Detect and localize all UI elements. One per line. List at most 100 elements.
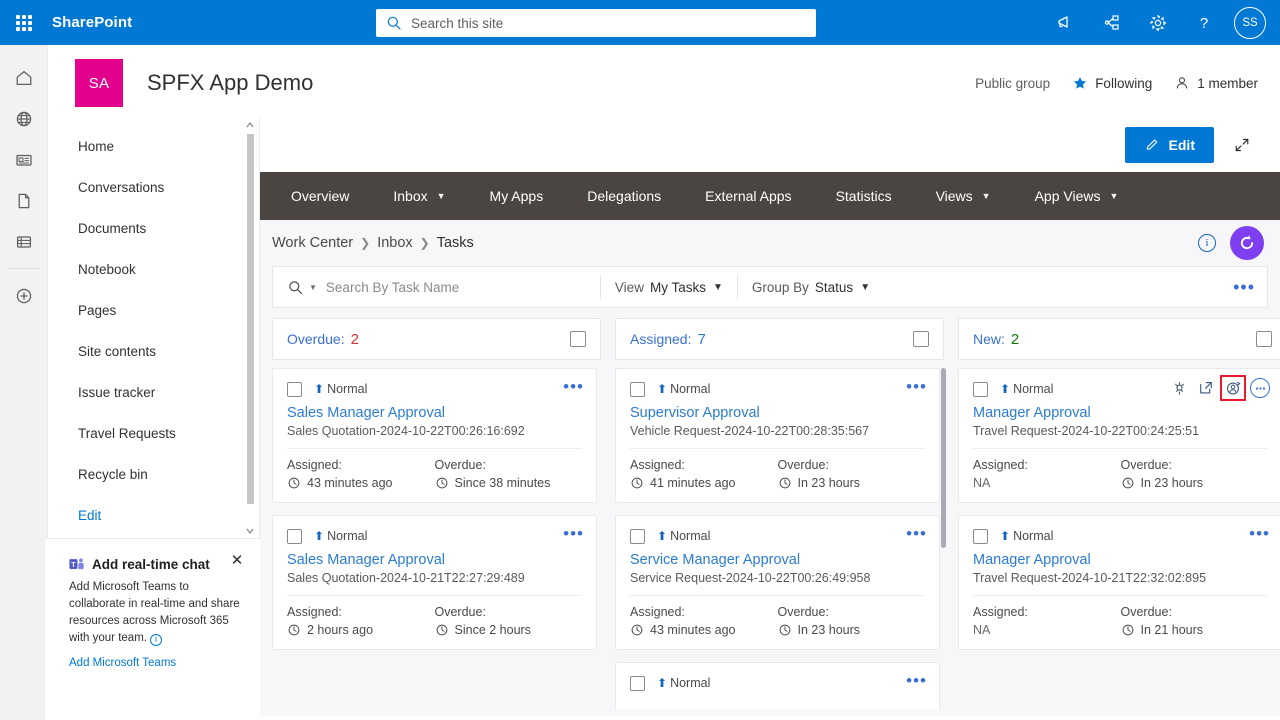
task-checkbox[interactable] (973, 381, 988, 397)
task-checkbox[interactable] (973, 528, 988, 544)
user-avatar[interactable]: SS (1234, 6, 1266, 39)
rail-item-news[interactable] (0, 139, 48, 180)
settings-button[interactable] (1136, 0, 1180, 45)
site-title[interactable]: SPFX App Demo (147, 70, 313, 96)
view-value: My Tasks (649, 279, 706, 295)
site-logo[interactable]: SA (75, 59, 123, 107)
nav-item-recycle-bin[interactable]: Recycle bin (48, 454, 259, 495)
help-button[interactable]: ? (1182, 0, 1226, 45)
task-card[interactable]: ⬆ Normal ••• Service Manager Approval Se… (615, 515, 940, 650)
task-toolbar: ▼ View My Tasks ▼ Group By Status ▼ ••• (272, 266, 1268, 308)
card-more-button[interactable]: ••• (906, 672, 927, 689)
column-select-all-checkbox[interactable] (913, 331, 929, 347)
task-title-link[interactable]: Supervisor Approval (630, 405, 925, 421)
priority-indicator: ⬆ Normal (657, 676, 710, 690)
tab-overview[interactable]: Overview (269, 172, 371, 220)
open-new-window-icon[interactable] (1196, 378, 1216, 398)
tab-my-apps[interactable]: My Apps (468, 172, 566, 220)
add-teams-link[interactable]: Add Microsoft Teams (69, 657, 176, 669)
reassign-icon[interactable] (1220, 375, 1246, 401)
breadcrumb-inbox[interactable]: Inbox (377, 235, 412, 251)
task-title-link[interactable]: Service Manager Approval (630, 552, 925, 568)
expand-button[interactable] (1226, 129, 1258, 161)
rail-item-globe[interactable] (0, 98, 48, 139)
nav-item-home[interactable]: Home (48, 126, 259, 167)
card-more-button[interactable]: ••• (906, 378, 927, 395)
task-checkbox[interactable] (630, 675, 645, 691)
rail-item-lists[interactable] (0, 221, 48, 262)
task-search-input[interactable] (325, 279, 586, 295)
nav-item-conversations[interactable]: Conversations (48, 167, 259, 208)
scroll-up-button[interactable] (244, 118, 256, 132)
card-more-button[interactable]: ••• (563, 378, 584, 395)
task-title-link[interactable]: Manager Approval (973, 405, 1268, 421)
promo-title-row: T Add real-time chat (69, 557, 242, 572)
task-checkbox[interactable] (287, 381, 302, 397)
groupby-selector[interactable]: Group By Status ▼ (752, 280, 870, 295)
nav-item-issue-tracker[interactable]: Issue tracker (48, 372, 259, 413)
site-search-box[interactable] (376, 9, 816, 37)
column-select-all-checkbox[interactable] (1256, 331, 1272, 347)
tab-external-apps[interactable]: External Apps (683, 172, 813, 220)
breadcrumb-work-center[interactable]: Work Center (272, 235, 353, 251)
card-more-button[interactable]: ••• (1249, 525, 1270, 542)
info-icon[interactable]: i (1198, 234, 1216, 252)
rail-item-documents[interactable] (0, 180, 48, 221)
task-checkbox[interactable] (630, 528, 645, 544)
rail-item-create[interactable] (0, 275, 48, 316)
column-scrollbar[interactable] (941, 368, 946, 708)
left-nav-scrollbar[interactable] (244, 118, 256, 538)
app-launcher-button[interactable] (0, 0, 48, 45)
card-more-button[interactable] (1250, 378, 1270, 398)
tab-statistics[interactable]: Statistics (814, 172, 914, 220)
task-card[interactable]: ⬆ Normal ••• Sales Manager Approval Sale… (272, 515, 597, 650)
refresh-button[interactable] (1230, 226, 1264, 260)
card-header: ⬆ Normal ••• (630, 672, 927, 693)
task-card[interactable]: ⬆ Normal ••• (615, 662, 940, 710)
task-checkbox[interactable] (630, 381, 645, 397)
scroll-down-button[interactable] (244, 524, 256, 538)
close-icon[interactable]: ✕ (226, 549, 248, 571)
column-title: Overdue (287, 331, 341, 347)
nav-item-edit[interactable]: Edit (48, 495, 259, 536)
task-title-link[interactable]: Sales Manager Approval (287, 552, 582, 568)
task-title-link[interactable]: Manager Approval (973, 552, 1268, 568)
card-more-button[interactable]: ••• (563, 525, 584, 542)
column-select-all-checkbox[interactable] (570, 331, 586, 347)
tab-delegations[interactable]: Delegations (565, 172, 683, 220)
nav-item-documents[interactable]: Documents (48, 208, 259, 249)
card-more-button[interactable]: ••• (906, 525, 927, 542)
tab-inbox[interactable]: Inbox ▼ (371, 172, 467, 220)
task-checkbox[interactable] (287, 528, 302, 544)
card-divider (287, 448, 582, 449)
nav-item-notebook[interactable]: Notebook (48, 249, 259, 290)
search-chevron-down-icon[interactable]: ▼ (309, 283, 317, 292)
scrollbar-thumb[interactable] (247, 134, 254, 504)
site-search-input[interactable] (411, 15, 806, 31)
members-button[interactable]: 1 member (1174, 75, 1258, 91)
workflow-icon[interactable] (1169, 378, 1189, 398)
tab-app-views[interactable]: App Views ▼ (1013, 172, 1141, 220)
task-title-link[interactable]: Sales Manager Approval (287, 405, 582, 421)
task-card[interactable]: ⬆ Normal ••• Manager Approval Travel Req… (958, 515, 1280, 650)
edit-button[interactable]: Edit (1124, 127, 1214, 163)
info-icon[interactable]: i (149, 633, 162, 646)
tab-views[interactable]: Views ▼ (914, 172, 1013, 220)
share-button[interactable] (1090, 0, 1134, 45)
following-button[interactable]: Following (1072, 75, 1152, 91)
brand-sharepoint[interactable]: SharePoint (48, 14, 132, 31)
toolbar-more-button[interactable]: ••• (1233, 278, 1255, 296)
megaphone-button[interactable] (1044, 0, 1088, 45)
breadcrumb-tasks[interactable]: Tasks (437, 235, 474, 251)
scrollbar-thumb[interactable] (941, 368, 946, 548)
task-card[interactable]: ⬆ Normal Manager Approval Travel Request… (958, 368, 1280, 503)
task-card[interactable]: ⬆ Normal ••• Sales Manager Approval Sale… (272, 368, 597, 503)
rail-item-home[interactable] (0, 57, 48, 98)
priority-label: Normal (670, 382, 711, 396)
nav-item-pages[interactable]: Pages (48, 290, 259, 331)
view-selector[interactable]: View My Tasks ▼ (615, 280, 723, 295)
task-card[interactable]: ⬆ Normal ••• Supervisor Approval Vehicle… (615, 368, 940, 503)
task-search[interactable]: ▼ (287, 279, 586, 296)
nav-item-site-contents[interactable]: Site contents (48, 331, 259, 372)
nav-item-travel-requests[interactable]: Travel Requests (48, 413, 259, 454)
